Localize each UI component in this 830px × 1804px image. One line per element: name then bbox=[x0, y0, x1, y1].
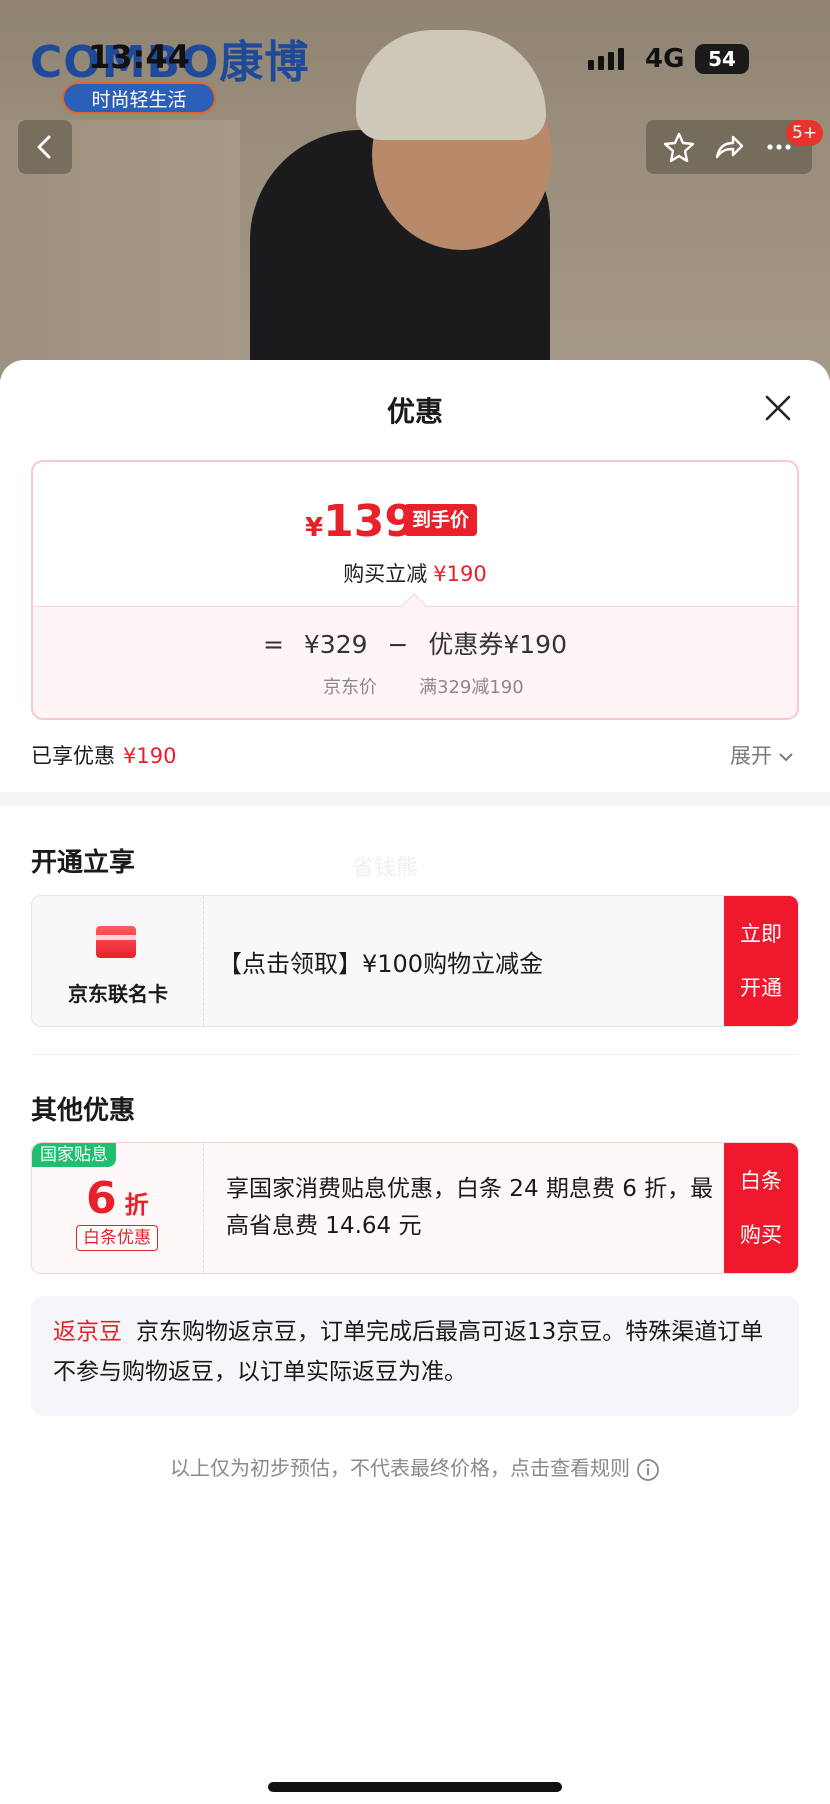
jd-price-value: ¥329 bbox=[303, 630, 368, 659]
credit-card-icon bbox=[96, 926, 136, 958]
subsidy-offer-card[interactable]: 国家贴息 6折 白条优惠 享国家消费贴息优惠，白条 24 期息费 6 折，最高省… bbox=[31, 1142, 799, 1274]
product-image-backdrop: COMBO康博 时尚轻生活 13:44 4G 54 5+ bbox=[0, 0, 830, 380]
final-price-tag: 到手价 bbox=[404, 504, 478, 536]
star-icon[interactable] bbox=[663, 131, 695, 163]
baitiao-buy-line2: 购买 bbox=[740, 1222, 782, 1247]
other-section-title: 其他优惠 bbox=[31, 1096, 136, 1126]
info-icon bbox=[637, 1458, 659, 1481]
price-summary-top: ¥139 到手价 购买立减 ¥190 bbox=[33, 462, 797, 606]
back-button[interactable] bbox=[18, 120, 72, 174]
brand-tagline: 时尚轻生活 bbox=[62, 82, 216, 114]
minus-sign: − bbox=[387, 630, 409, 659]
final-price-value: 139 bbox=[323, 496, 415, 547]
baitiao-buy-button[interactable]: 白条 购买 bbox=[724, 1143, 798, 1273]
sheet-title: 优惠 bbox=[386, 395, 443, 428]
message-badge: 5+ bbox=[786, 120, 824, 146]
signal-icon bbox=[588, 48, 624, 70]
reduce-amount: ¥190 bbox=[433, 562, 487, 586]
enjoyed-discount: 已享优惠 ¥190 bbox=[31, 740, 176, 770]
share-icon[interactable] bbox=[713, 131, 745, 163]
open-now-button[interactable]: 立即 开通 bbox=[724, 896, 798, 1026]
watermark-text: 省钱熊 bbox=[352, 856, 419, 881]
close-icon[interactable] bbox=[762, 392, 794, 424]
jingdou-info: 返京豆 京东购物返京豆，订单完成后最高可返13京豆。特殊渠道订单不参与购物返豆，以… bbox=[31, 1296, 799, 1416]
instant-reduce-line: 购买立减 ¥190 bbox=[33, 558, 797, 588]
enjoyed-label: 已享优惠 bbox=[31, 744, 115, 768]
open-now-line2: 开通 bbox=[740, 975, 782, 1000]
discount-value: 6 bbox=[86, 1173, 117, 1224]
footnote-text: 以上仅为初步预估，不代表最终价格，点击查看规则 bbox=[170, 1456, 630, 1480]
battery-icon: 54 bbox=[695, 44, 749, 74]
baitiao-buy-line1: 白条 bbox=[740, 1168, 782, 1193]
reduce-label: 购买立减 bbox=[343, 562, 428, 586]
chevron-left-icon bbox=[37, 135, 51, 159]
subsidy-offer-left: 国家贴息 6折 白条优惠 bbox=[32, 1143, 204, 1273]
section-divider-band bbox=[0, 792, 830, 806]
final-price: ¥139 bbox=[305, 496, 415, 547]
enjoyed-amount: ¥190 bbox=[123, 744, 177, 768]
network-type: 4G bbox=[645, 44, 685, 74]
jingdou-tag: 返京豆 bbox=[53, 1319, 122, 1345]
chevron-down-icon bbox=[779, 753, 793, 762]
price-summary-box: ¥139 到手价 购买立减 ¥190 = ¥329 − 优惠券¥190 京东价 满… bbox=[31, 460, 799, 720]
status-time: 13:44 bbox=[88, 38, 190, 76]
discount-sheet: 优惠 ¥139 到手价 购买立减 ¥190 = ¥329 − 优惠券¥190 京东… bbox=[0, 360, 830, 1804]
subsidy-offer-text: 享国家消费贴息优惠，白条 24 期息费 6 折，最高省息费 14.64 元 bbox=[226, 1176, 714, 1239]
card-offer-text: 【点击领取】¥100购物立减金 bbox=[218, 949, 544, 978]
coupon-value: 优惠券¥190 bbox=[428, 630, 567, 659]
jingdou-text: 京东购物返京豆，订单完成后最高可返13京豆。特殊渠道订单不参与购物返豆，以订单实… bbox=[53, 1319, 764, 1385]
product-photo-hat bbox=[356, 30, 546, 140]
equals-sign: = bbox=[262, 630, 284, 659]
co-branded-card-offer[interactable]: 京东联名卡 【点击领取】¥100购物立减金 立即开通 bbox=[31, 895, 799, 1027]
expand-label: 展开 bbox=[730, 744, 772, 768]
discount-badge: 6折 bbox=[86, 1173, 149, 1224]
divider bbox=[31, 1054, 799, 1055]
open-now-line1: 立即 bbox=[740, 921, 782, 946]
card-name: 京东联名卡 bbox=[68, 982, 168, 1006]
price-calculation: = ¥329 − 优惠券¥190 京东价 满329减190 bbox=[33, 593, 797, 718]
home-indicator bbox=[268, 1782, 562, 1792]
jd-price-label: 京东价 bbox=[323, 677, 377, 698]
expand-button[interactable]: 展开 bbox=[730, 740, 794, 770]
gov-subsidy-tag: 国家贴息 bbox=[32, 1143, 116, 1167]
card-offer-left: 京东联名卡 bbox=[32, 896, 204, 1026]
coupon-condition: 满329减190 bbox=[419, 677, 524, 698]
open-section-title: 开通立享 bbox=[31, 848, 136, 878]
rules-link[interactable]: 以上仅为初步预估，不代表最终价格，点击查看规则 bbox=[0, 1452, 830, 1482]
currency-symbol: ¥ bbox=[305, 513, 324, 543]
discount-unit: 折 bbox=[124, 1191, 149, 1219]
price-formula: = ¥329 − 优惠券¥190 bbox=[33, 625, 797, 661]
baitiao-tag: 白条优惠 bbox=[76, 1225, 158, 1251]
